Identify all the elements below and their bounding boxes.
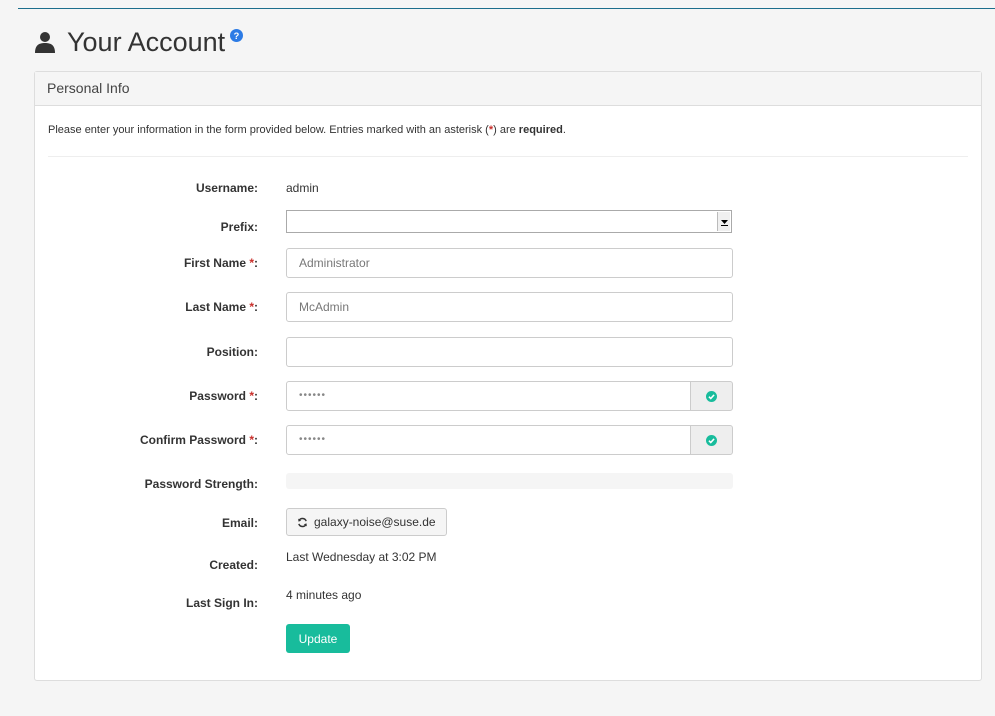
first-name-input[interactable]: Administrator	[286, 248, 733, 278]
password-status	[690, 381, 733, 411]
last-sign-in-value: 4 minutes ago	[286, 588, 362, 602]
last-name-input[interactable]: McAdmin	[286, 292, 733, 322]
user-icon	[35, 32, 55, 53]
position-label: Position:	[206, 345, 258, 359]
password-strength-bar	[286, 473, 733, 489]
last-sign-in-label: Last Sign In:	[186, 596, 258, 610]
intro-text-end: .	[562, 124, 566, 136]
check-circle-icon	[706, 434, 717, 446]
update-button[interactable]: Update	[286, 624, 350, 653]
top-divider	[18, 8, 995, 9]
created-label: Created:	[209, 558, 258, 572]
help-icon[interactable]: ?	[230, 28, 244, 42]
password-strength-label: Password Strength:	[144, 477, 258, 491]
chevron-down-icon[interactable]	[717, 212, 730, 231]
svg-text:?: ?	[234, 31, 240, 41]
personal-info-panel: Personal Info Please enter your informat…	[34, 71, 982, 681]
panel-heading: Personal Info	[35, 72, 981, 106]
email-label: Email:	[221, 516, 258, 530]
username-label: Username:	[195, 181, 258, 195]
form-divider	[48, 156, 968, 157]
prefix-label: Prefix:	[220, 220, 258, 234]
email-button[interactable]: galaxy-noise@suse.de	[286, 508, 447, 536]
check-circle-icon	[706, 390, 717, 402]
created-value: Last Wednesday at 3:02 PM	[286, 550, 437, 564]
confirm-password-label: Confirm Password *:	[139, 433, 258, 447]
position-input[interactable]	[286, 337, 733, 367]
prefix-select[interactable]	[286, 210, 732, 233]
page-title: Your Account ?	[33, 26, 244, 58]
intro-text-start: Please enter your information in the for…	[48, 124, 489, 136]
password-label: Password *:	[189, 389, 258, 403]
last-name-label: Last Name *:	[185, 300, 258, 314]
password-group: ••••••	[286, 381, 733, 411]
page-title-text: Your Account	[67, 26, 226, 57]
first-name-label: First Name *:	[183, 256, 258, 270]
password-input[interactable]: ••••••	[286, 381, 691, 411]
confirm-password-group: ••••••	[286, 425, 733, 455]
confirm-password-status	[690, 425, 733, 455]
refresh-icon	[298, 517, 307, 527]
form-instructions: Please enter your information in the for…	[48, 124, 566, 136]
email-value: galaxy-noise@suse.de	[314, 515, 436, 529]
username-value: admin	[286, 181, 319, 195]
confirm-password-input[interactable]: ••••••	[286, 425, 691, 455]
intro-required-word: required	[518, 124, 563, 136]
intro-text-middle: ) are	[493, 124, 519, 136]
